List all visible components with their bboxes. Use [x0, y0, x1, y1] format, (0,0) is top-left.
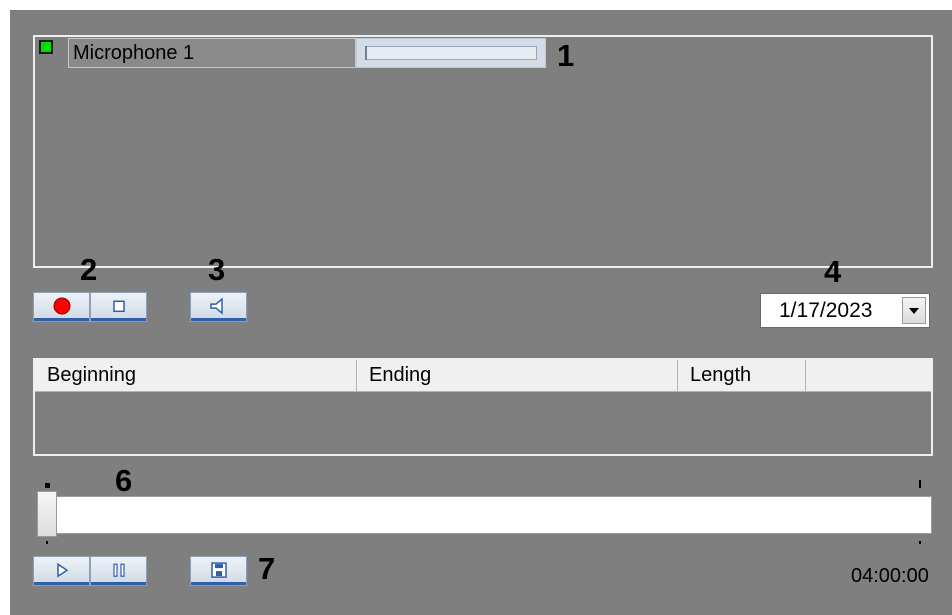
callout-7: 7 — [258, 551, 276, 586]
date-value: 1/17/2023 — [779, 299, 873, 322]
microphone-name[interactable]: Microphone 1 — [68, 38, 356, 68]
save-icon — [210, 562, 227, 578]
pause-button[interactable] — [90, 556, 147, 586]
timeline-start-tick — [46, 541, 48, 544]
stop-button[interactable] — [90, 292, 147, 322]
chevron-down-icon — [909, 308, 919, 314]
date-dropdown-button[interactable] — [902, 297, 926, 324]
microphone-status-indicator — [39, 40, 53, 54]
time-display: 04:00:00 — [851, 565, 929, 587]
timeline-slider[interactable] — [37, 496, 932, 534]
play-button[interactable] — [33, 556, 90, 586]
save-button[interactable] — [190, 556, 247, 586]
callout-1: 1 — [557, 38, 575, 73]
callout-4: 4 — [824, 254, 842, 289]
sound-button[interactable] — [190, 292, 247, 322]
date-picker[interactable]: 1/17/2023 — [760, 293, 930, 328]
microphone-list — [33, 35, 933, 268]
microphone-level-meter — [356, 38, 546, 68]
record-button[interactable] — [33, 292, 90, 322]
timeline-thumb[interactable] — [37, 491, 57, 537]
callout-2: 2 — [80, 252, 98, 287]
timeline-start-marker — [45, 483, 50, 488]
callout-6: 6 — [115, 463, 133, 498]
timeline-end-tick — [919, 541, 921, 544]
record-icon — [53, 297, 70, 315]
speaker-icon — [209, 297, 223, 315]
column-header-length[interactable]: Length — [678, 360, 806, 392]
column-header-ending[interactable]: Ending — [357, 360, 678, 392]
stop-icon — [112, 300, 125, 313]
callout-3: 3 — [208, 252, 226, 287]
timeline-end-marker — [919, 480, 921, 488]
records-table[interactable]: Beginning Ending Length — [33, 358, 933, 456]
play-icon — [56, 562, 68, 578]
column-header-beginning[interactable]: Beginning — [35, 360, 357, 392]
column-header-empty — [806, 360, 931, 392]
pause-icon — [112, 563, 125, 577]
